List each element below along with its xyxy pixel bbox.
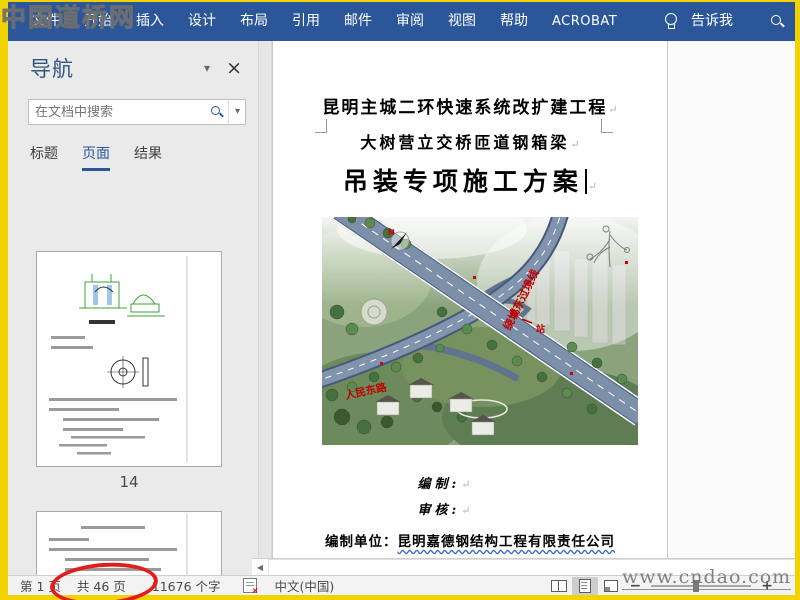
web-layout-icon (603, 579, 618, 592)
document-page[interactable]: 昆明主城二环快速系统改扩建工程↵ 大树营立交桥匝道钢箱梁↵ 吊装专项施工方案↵ (272, 41, 668, 558)
magnifier-icon[interactable] (211, 105, 224, 119)
ribbon-tab-review[interactable]: 审阅 (384, 2, 436, 41)
word-count-indicator[interactable]: 11676 个字 (152, 576, 221, 595)
document-canvas: 昆明主城二环快速系统改扩建工程↵ 大树营立交桥匝道钢箱梁↵ 吊装专项施工方案↵ (272, 41, 795, 558)
ribbon-tab-acrobat[interactable]: ACROBAT (540, 2, 629, 41)
paragraph-mark: ↵ (461, 478, 471, 491)
watermark-bottom-right: www.cndao.com (622, 566, 792, 590)
document-search-box: ▾ (28, 99, 246, 125)
language-indicator[interactable]: 中文(中国) (275, 576, 335, 595)
watermark-top-left: 中国道桥网 (0, 3, 137, 33)
search-icon[interactable] (771, 14, 785, 29)
word-window: 文件 开始 插入 设计 布局 引用 邮件 审阅 视图 帮助 ACROBAT 告诉… (0, 0, 800, 600)
nav-tab-results[interactable]: 结果 (134, 143, 162, 171)
lightbulb-icon (664, 12, 677, 31)
ribbon-tab-layout[interactable]: 布局 (228, 2, 280, 41)
paragraph-mark: ↵ (587, 180, 598, 193)
cover-title-line-3[interactable]: 吊装专项施工方案 ↵ (273, 162, 667, 198)
read-mode-button[interactable] (546, 577, 572, 595)
annotation-frame-left (0, 0, 8, 600)
text-cursor (584, 169, 587, 194)
nav-tab-pages[interactable]: 页面 (82, 143, 110, 171)
company-name: 昆明嘉德钢结构工程有限责任公司 (397, 534, 615, 550)
prepared-unit-line[interactable]: 编制单位：昆明嘉德钢结构工程有限责任公司 (273, 530, 667, 550)
ribbon-tab-mailings[interactable]: 邮件 (332, 2, 384, 41)
page-14-thumbnail[interactable] (36, 251, 222, 467)
print-layout-button[interactable] (571, 576, 598, 595)
prepared-by-line[interactable]: 编制:↵ (272, 473, 641, 492)
read-mode-icon (550, 579, 567, 592)
web-layout-button[interactable] (598, 577, 624, 595)
navigation-pane-scrollbar[interactable] (258, 41, 272, 576)
ribbon-tab-design[interactable]: 设计 (176, 2, 228, 41)
close-icon[interactable]: × (224, 58, 244, 78)
scroll-left-icon[interactable]: ◀ (252, 559, 269, 575)
station-label-2: 站 (536, 323, 545, 335)
annotation-frame-right (795, 0, 800, 600)
svg-text:N: N (388, 228, 395, 237)
search-dropdown-icon[interactable]: ▾ (228, 100, 246, 124)
station-label-1: 东 (510, 308, 519, 320)
ribbon-tab-help[interactable]: 帮助 (488, 2, 540, 41)
navigation-pane-title: 导航 (30, 57, 74, 81)
interchange-cover-image[interactable]: N 绕城东过境线 人民东路 东 站 (322, 217, 638, 445)
cover-title-block: 昆明主城二环快速系统改扩建工程↵ 大树营立交桥匝道钢箱梁↵ 吊装专项施工方案 ↵ (273, 93, 667, 198)
cover-title-line-1[interactable]: 昆明主城二环快速系统改扩建工程↵ (273, 93, 667, 118)
reviewed-by-line[interactable]: 审核:↵ (272, 499, 641, 518)
chevron-down-icon[interactable]: ▾ (190, 61, 224, 75)
page-thumbnail-list: 14 (8, 181, 258, 576)
navigation-pane: 导航 ▾ × ▾ 标题 页面 结果 (8, 41, 258, 576)
paragraph-mark: ↵ (608, 103, 618, 116)
page-14-thumbnail-label: 14 (119, 473, 139, 491)
proofing-error-icon[interactable]: × (242, 578, 259, 595)
paragraph-mark: ↵ (570, 138, 580, 151)
page-14-thumbnail-preview (49, 256, 188, 462)
cover-credits-block: 编制:↵ 审核:↵ 编制单位：昆明嘉德钢结构工程有限责任公司 编制日期：二零零九… (273, 473, 667, 558)
nav-tab-headings[interactable]: 标题 (30, 143, 58, 171)
tell-me-button[interactable]: 告诉我 (679, 2, 745, 41)
search-input[interactable] (29, 104, 211, 120)
paragraph-mark: ↵ (461, 504, 471, 517)
navigation-tabs: 标题 页面 结果 (30, 143, 162, 171)
ribbon-tab-view[interactable]: 视图 (436, 2, 488, 41)
print-layout-icon (578, 578, 591, 593)
ribbon-tab-references[interactable]: 引用 (280, 2, 332, 41)
cover-title-line-2[interactable]: 大树营立交桥匝道钢箱梁↵ (273, 129, 667, 153)
